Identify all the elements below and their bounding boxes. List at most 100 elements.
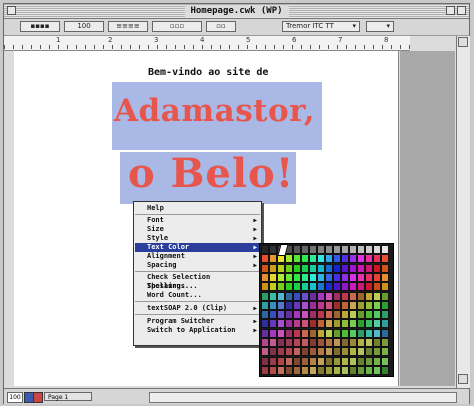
color-swatch[interactable] [341, 319, 349, 329]
color-swatch[interactable] [285, 310, 293, 320]
color-swatch[interactable] [293, 263, 301, 273]
color-swatch[interactable] [277, 263, 285, 273]
color-swatch[interactable] [373, 282, 381, 292]
color-swatch[interactable] [301, 338, 309, 347]
color-swatch[interactable] [381, 254, 389, 264]
color-swatch[interactable] [333, 365, 341, 375]
color-swatch[interactable] [341, 356, 349, 366]
color-swatch[interactable] [269, 245, 277, 254]
color-swatch[interactable] [381, 272, 389, 282]
color-swatch[interactable] [277, 319, 285, 329]
color-swatch[interactable] [325, 300, 333, 310]
color-swatch[interactable] [381, 291, 389, 301]
color-swatch[interactable] [373, 356, 381, 366]
page-heading[interactable]: Bem-vindo ao site de [148, 67, 268, 78]
color-swatch[interactable] [301, 365, 309, 375]
color-swatch[interactable] [333, 310, 341, 320]
color-swatch[interactable] [309, 272, 317, 282]
menu-item-program-switcher[interactable]: Program Switcher ▶ [135, 317, 260, 326]
color-swatch[interactable] [349, 272, 357, 282]
color-swatch[interactable] [341, 347, 349, 357]
color-swatch[interactable] [365, 310, 373, 320]
color-swatch[interactable] [365, 347, 373, 357]
color-swatch[interactable] [269, 328, 277, 338]
color-swatch[interactable] [357, 282, 365, 292]
color-swatch[interactable] [325, 365, 333, 375]
color-swatch[interactable] [261, 254, 269, 264]
color-swatch[interactable] [277, 347, 285, 357]
color-swatch[interactable] [333, 338, 341, 347]
color-swatch[interactable] [269, 263, 277, 273]
title-bar[interactable]: Homepage.cwk (WP) [4, 4, 469, 19]
color-swatch[interactable] [269, 319, 277, 329]
color-swatch[interactable] [293, 319, 301, 329]
color-swatch[interactable] [325, 254, 333, 264]
color-swatch[interactable] [285, 365, 293, 375]
color-swatch[interactable] [349, 338, 357, 347]
color-swatch[interactable] [349, 347, 357, 357]
color-swatch[interactable] [285, 319, 293, 329]
menu-item-word-count[interactable]: Word Count... [135, 291, 260, 300]
color-swatch[interactable] [381, 282, 389, 292]
menu-item-check-spelling[interactable]: Check Selection Spelling... [135, 273, 260, 290]
color-swatch[interactable] [325, 272, 333, 282]
color-swatch[interactable] [301, 347, 309, 357]
color-swatch[interactable] [325, 263, 333, 273]
color-swatch[interactable] [341, 338, 349, 347]
color-swatch[interactable] [365, 365, 373, 375]
color-swatch[interactable] [285, 347, 293, 357]
scroll-up-icon[interactable] [458, 37, 468, 47]
color-swatch[interactable] [269, 300, 277, 310]
style-buttons[interactable]: ▪▪▪▪ [20, 21, 60, 32]
title-line-2[interactable]: o Belo! [128, 150, 294, 197]
color-swatch[interactable] [309, 338, 317, 347]
color-swatch[interactable] [261, 328, 269, 338]
color-swatch[interactable] [309, 347, 317, 357]
color-swatch[interactable] [317, 263, 325, 273]
color-swatch[interactable] [269, 291, 277, 301]
color-swatch[interactable] [261, 282, 269, 292]
color-swatch[interactable] [349, 263, 357, 273]
color-swatch[interactable] [309, 282, 317, 292]
color-swatch[interactable] [269, 356, 277, 366]
color-swatch[interactable] [293, 310, 301, 320]
color-swatch[interactable] [341, 365, 349, 375]
color-swatch[interactable] [365, 245, 373, 254]
color-swatch[interactable] [381, 263, 389, 273]
color-swatch[interactable] [365, 263, 373, 273]
menu-item-spacing[interactable]: Spacing ▶ [135, 261, 260, 270]
color-swatch[interactable] [373, 263, 381, 273]
color-swatch[interactable] [277, 282, 285, 292]
color-swatch[interactable] [285, 254, 293, 264]
color-swatch[interactable] [325, 282, 333, 292]
color-swatch[interactable] [349, 254, 357, 264]
color-swatch[interactable] [293, 347, 301, 357]
menu-item-textsoap[interactable]: textSOAP 2.0 (Clip) ▶ [135, 304, 260, 313]
color-swatch[interactable] [341, 310, 349, 320]
color-swatch[interactable] [333, 282, 341, 292]
color-swatch[interactable] [285, 338, 293, 347]
color-swatch[interactable] [277, 356, 285, 366]
color-swatch[interactable] [309, 245, 317, 254]
color-swatch[interactable] [269, 310, 277, 320]
color-swatch[interactable] [333, 291, 341, 301]
color-swatch[interactable] [309, 319, 317, 329]
color-swatch[interactable] [333, 319, 341, 329]
color-swatch[interactable] [373, 310, 381, 320]
color-swatch[interactable] [317, 272, 325, 282]
color-swatch[interactable] [269, 282, 277, 292]
color-swatch[interactable] [373, 338, 381, 347]
color-swatch[interactable] [261, 291, 269, 301]
menu-item-help[interactable]: Help [135, 204, 260, 213]
color-swatch[interactable] [373, 319, 381, 329]
font-menu[interactable]: Tremor ITC TT ▾ [282, 21, 360, 32]
color-swatch[interactable] [365, 282, 373, 292]
color-swatch[interactable] [357, 310, 365, 320]
color-swatch[interactable] [333, 245, 341, 254]
color-swatch[interactable] [357, 356, 365, 366]
color-swatch[interactable] [381, 338, 389, 347]
color-swatch[interactable] [293, 365, 301, 375]
color-swatch[interactable] [357, 347, 365, 357]
color-swatch[interactable] [261, 245, 269, 254]
color-swatch[interactable] [349, 282, 357, 292]
